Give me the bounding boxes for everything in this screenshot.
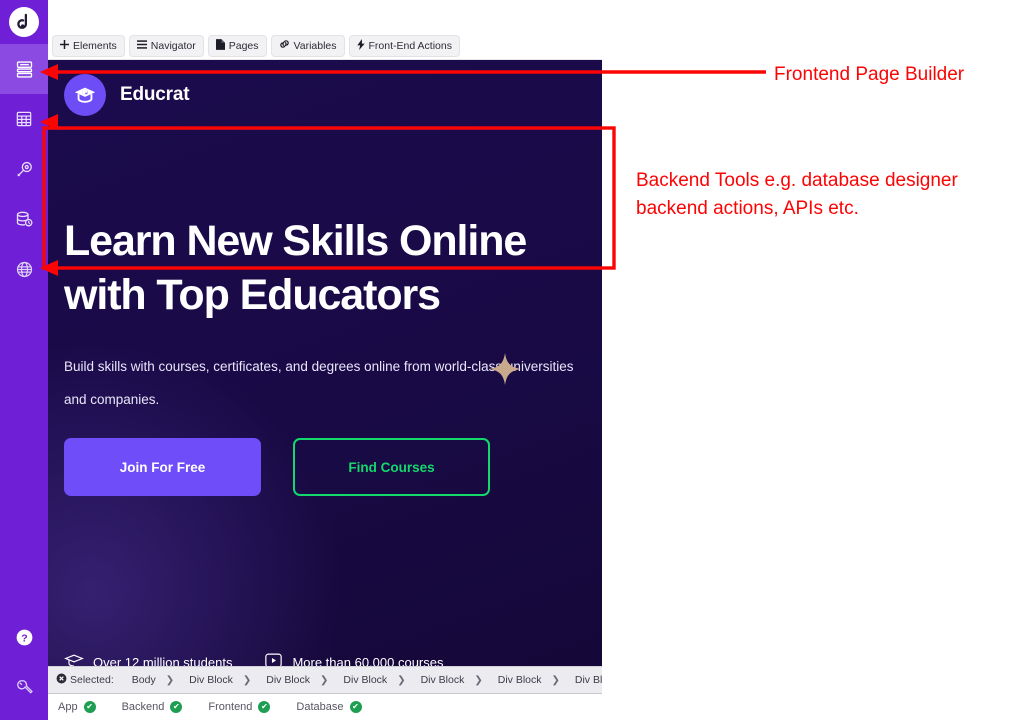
breadcrumb-selected: Selected: <box>56 673 114 687</box>
toolbar-label-navigator: Navigator <box>150 39 196 52</box>
toolbar-button-elements[interactable]: Elements <box>52 34 125 57</box>
database-icon <box>14 209 35 230</box>
app-panel: Elements Navigator Pages Variables Front… <box>48 0 1024 720</box>
breadcrumb-item-div-1[interactable]: Div Block ❯ <box>189 674 251 686</box>
breadcrumb-item-label: Div Block <box>189 674 233 686</box>
breadcrumb-item-div-3[interactable]: Div Block ❯ <box>343 674 405 686</box>
breadcrumb-item-label: Div Block <box>420 674 465 686</box>
breadcrumb-item-label: Div Block <box>266 674 311 686</box>
toolbar-empty-area <box>602 32 1024 60</box>
chevron-right-icon: ❯ <box>397 674 406 686</box>
breadcrumb-selected-label: Selected: <box>70 674 114 686</box>
toolbar-label-pages: Variables <box>293 39 337 52</box>
status-label: Database <box>296 701 344 713</box>
status-label: Backend <box>121 701 165 713</box>
close-circle-icon[interactable] <box>56 673 67 687</box>
toolbar-label-frontend-actions: Front-End Actions <box>368 39 452 52</box>
status-bar: App ✔ Backend ✔ Frontend ✔ Database ✔ <box>48 694 1024 720</box>
play-square-icon <box>264 652 283 666</box>
hero-button-group: Join For Free Find Courses <box>64 438 586 497</box>
status-item-app[interactable]: App ✔ <box>58 701 96 713</box>
hero-heading: Learn New Skills Online with Top Educato… <box>64 214 586 322</box>
left-sidebar: ? <box>0 0 48 720</box>
hero-stat-students: Over 12 million students <box>64 653 233 667</box>
layout-builder-icon <box>14 59 35 80</box>
brand-name: Educrat <box>120 83 190 105</box>
hero-stat-courses: More than 60,000 courses <box>264 652 444 667</box>
sidebar-bottom-group: ? <box>0 612 48 720</box>
status-label: App <box>58 701 78 713</box>
site-header: Educrat <box>48 60 602 130</box>
toolbar-label-elements: Elements <box>73 39 117 52</box>
toolbar-button-frontend-actions[interactable]: Front-End Actions <box>348 34 460 57</box>
chevron-right-icon: ❯ <box>320 674 329 686</box>
list-lines-icon <box>136 39 147 52</box>
hero-heading-line2: with Top Educators <box>64 271 441 320</box>
link-chain-icon <box>279 39 290 52</box>
sidebar-item-page-builder[interactable] <box>0 44 48 94</box>
breadcrumb-item-body[interactable]: Body ❯ <box>132 674 174 686</box>
graduation-cap-icon <box>64 653 84 666</box>
rocket-actions-icon <box>14 159 35 180</box>
chevron-right-icon: ❯ <box>165 674 175 686</box>
sidebar-item-database-table[interactable] <box>0 94 48 144</box>
app-logo[interactable] <box>0 0 48 44</box>
breadcrumb-item-div-2[interactable]: Div Block ❯ <box>266 674 328 686</box>
sidebar-item-settings[interactable] <box>0 662 48 712</box>
hero-stats: Over 12 million students More than 60,00… <box>64 652 444 666</box>
svg-text:?: ? <box>21 632 27 644</box>
page-canvas[interactable]: Educrat Learn New Skills Online with Top… <box>48 60 602 666</box>
sidebar-item-database[interactable] <box>0 194 48 244</box>
toolbar-button-variables[interactable]: Variables <box>270 34 345 57</box>
check-circle-icon: ✔ <box>170 701 183 713</box>
status-item-backend[interactable]: Backend ✔ <box>122 701 183 713</box>
graduation-cap-icon <box>64 73 106 116</box>
chevron-right-icon: ❯ <box>242 674 252 686</box>
check-circle-icon: ✔ <box>349 701 362 713</box>
table-grid-icon <box>14 109 34 129</box>
toolbar-button-pages[interactable]: Pages <box>207 34 267 57</box>
hero-stat-students-text: Over 12 million students <box>93 654 233 667</box>
breadcrumb-item-label: Div Block <box>497 674 542 686</box>
hero-section: Learn New Skills Online with Top Educato… <box>48 130 602 666</box>
plus-icon <box>60 39 69 52</box>
status-item-frontend[interactable]: Frontend ✔ <box>208 701 271 713</box>
globe-icon <box>14 259 35 280</box>
page-file-icon <box>215 38 225 53</box>
toolbar-button-navigator[interactable]: Navigator <box>128 34 204 57</box>
hero-stat-courses-text: More than 60,000 courses <box>292 654 444 667</box>
sidebar-item-actions[interactable] <box>0 144 48 194</box>
sidebar-item-apis[interactable] <box>0 244 48 294</box>
check-circle-icon: ✔ <box>83 701 96 713</box>
dronahq-logo-icon <box>9 7 39 37</box>
hero-heading-line1: Learn New Skills Online <box>64 217 527 265</box>
wrench-icon <box>14 677 35 698</box>
chevron-right-icon: ❯ <box>474 674 483 686</box>
breadcrumb-item-div-4[interactable]: Div Block ❯ <box>421 674 483 686</box>
check-circle-icon: ✔ <box>258 701 271 713</box>
breadcrumb-item-label: Div Block <box>343 674 388 686</box>
help-circle-icon: ? <box>14 627 35 648</box>
join-for-free-button[interactable]: Join For Free <box>64 438 261 497</box>
breadcrumb-item-label: Body <box>131 674 156 686</box>
breadcrumb[interactable]: Selected: Body ❯ Div Block ❯ Div Block ❯… <box>48 666 602 694</box>
status-label: Frontend <box>208 701 253 713</box>
chevron-right-icon: ❯ <box>551 674 560 686</box>
screenshot-root: ? Elements Navigator Pages Variables Fro… <box>0 0 1024 720</box>
status-item-database[interactable]: Database ✔ <box>296 701 362 713</box>
builder-toolbar: Elements Navigator Pages Variables Front… <box>48 32 602 60</box>
toolbar-label-variables: Pages <box>228 39 259 52</box>
top-strip <box>48 0 602 32</box>
find-courses-button[interactable]: Find Courses <box>293 438 490 497</box>
breadcrumb-item-label: Div Bl <box>574 674 602 686</box>
four-point-star-icon <box>488 352 522 392</box>
lightning-icon <box>356 38 365 53</box>
breadcrumb-item-div-6[interactable]: Div Bl <box>575 674 602 686</box>
breadcrumb-item-div-5[interactable]: Div Block ❯ <box>498 674 560 686</box>
sidebar-item-help[interactable]: ? <box>0 612 48 662</box>
